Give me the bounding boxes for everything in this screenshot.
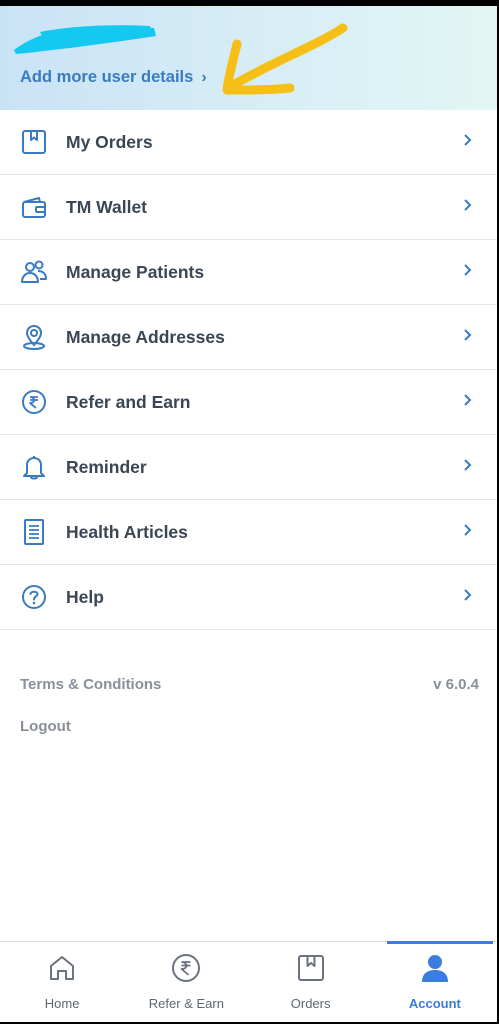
bottom-navigation: Home Refer & Earn Orders Account: [0, 941, 497, 1022]
rupee-icon: [170, 952, 202, 984]
logout-link[interactable]: Logout: [20, 718, 71, 735]
tab-label: Home: [44, 996, 80, 1011]
menu-item-manage-addresses[interactable]: Manage Addresses: [0, 305, 497, 370]
add-user-details-label: Add more user details: [20, 68, 194, 86]
patients-icon: [20, 258, 48, 286]
tab-home[interactable]: Home: [0, 942, 124, 1022]
app-version: v 6.0.4: [433, 676, 479, 693]
orders-icon: [295, 952, 327, 984]
menu-item-help[interactable]: Help: [0, 565, 497, 630]
redacted-user-name: [14, 25, 156, 54]
bell-icon: [20, 453, 48, 481]
home-icon: [46, 952, 78, 984]
annotation-arrow-icon: [222, 23, 348, 95]
menu-item-label: My Orders: [66, 131, 153, 152]
menu-item-label: Refer and Earn: [66, 391, 191, 412]
terms-link[interactable]: Terms & Conditions: [20, 676, 161, 693]
menu-item-label: Help: [66, 586, 104, 607]
chevron-right-icon: [463, 458, 473, 476]
account-screen: Add more user details › My Orders TM Wal…: [0, 6, 497, 1022]
chevron-right-icon: [463, 133, 473, 151]
menu-item-refer-and-earn[interactable]: Refer and Earn: [0, 370, 497, 435]
location-pin-icon: [20, 323, 48, 351]
menu-item-label: Manage Addresses: [66, 326, 225, 347]
chevron-right-icon: ›: [201, 68, 207, 86]
menu-item-my-orders[interactable]: My Orders: [0, 110, 497, 175]
menu-item-label: TM Wallet: [66, 196, 148, 217]
help-icon: [20, 583, 48, 611]
chevron-right-icon: [463, 523, 473, 541]
menu-item-label: Reminder: [66, 456, 147, 477]
tab-account[interactable]: Account: [373, 941, 497, 1022]
chevron-right-icon: [463, 588, 473, 606]
profile-header: Add more user details ›: [0, 6, 497, 110]
orders-icon: [20, 128, 48, 156]
add-user-details-link[interactable]: Add more user details ›: [20, 68, 207, 87]
menu-item-reminder[interactable]: Reminder: [0, 435, 497, 500]
account-icon: [419, 952, 451, 984]
chevron-right-icon: [463, 263, 473, 281]
tab-refer-earn[interactable]: Refer & Earn: [124, 942, 248, 1022]
menu-item-label: Health Articles: [66, 521, 188, 542]
tab-label: Orders: [290, 996, 331, 1011]
chevron-right-icon: [463, 393, 473, 411]
wallet-icon: [20, 193, 48, 221]
tab-label: Refer & Earn: [148, 996, 224, 1011]
tab-label: Account: [408, 996, 461, 1011]
menu-item-manage-patients[interactable]: Manage Patients: [0, 240, 497, 305]
menu-item-tm-wallet[interactable]: TM Wallet: [0, 175, 497, 240]
menu-item-health-articles[interactable]: Health Articles: [0, 500, 497, 565]
account-menu: My Orders TM Wallet Manage Patients Mana…: [0, 110, 497, 630]
menu-item-label: Manage Patients: [66, 261, 205, 282]
rupee-icon: [20, 388, 48, 416]
chevron-right-icon: [463, 198, 473, 216]
tab-orders[interactable]: Orders: [249, 942, 373, 1022]
chevron-right-icon: [463, 328, 473, 346]
document-icon: [20, 518, 48, 546]
